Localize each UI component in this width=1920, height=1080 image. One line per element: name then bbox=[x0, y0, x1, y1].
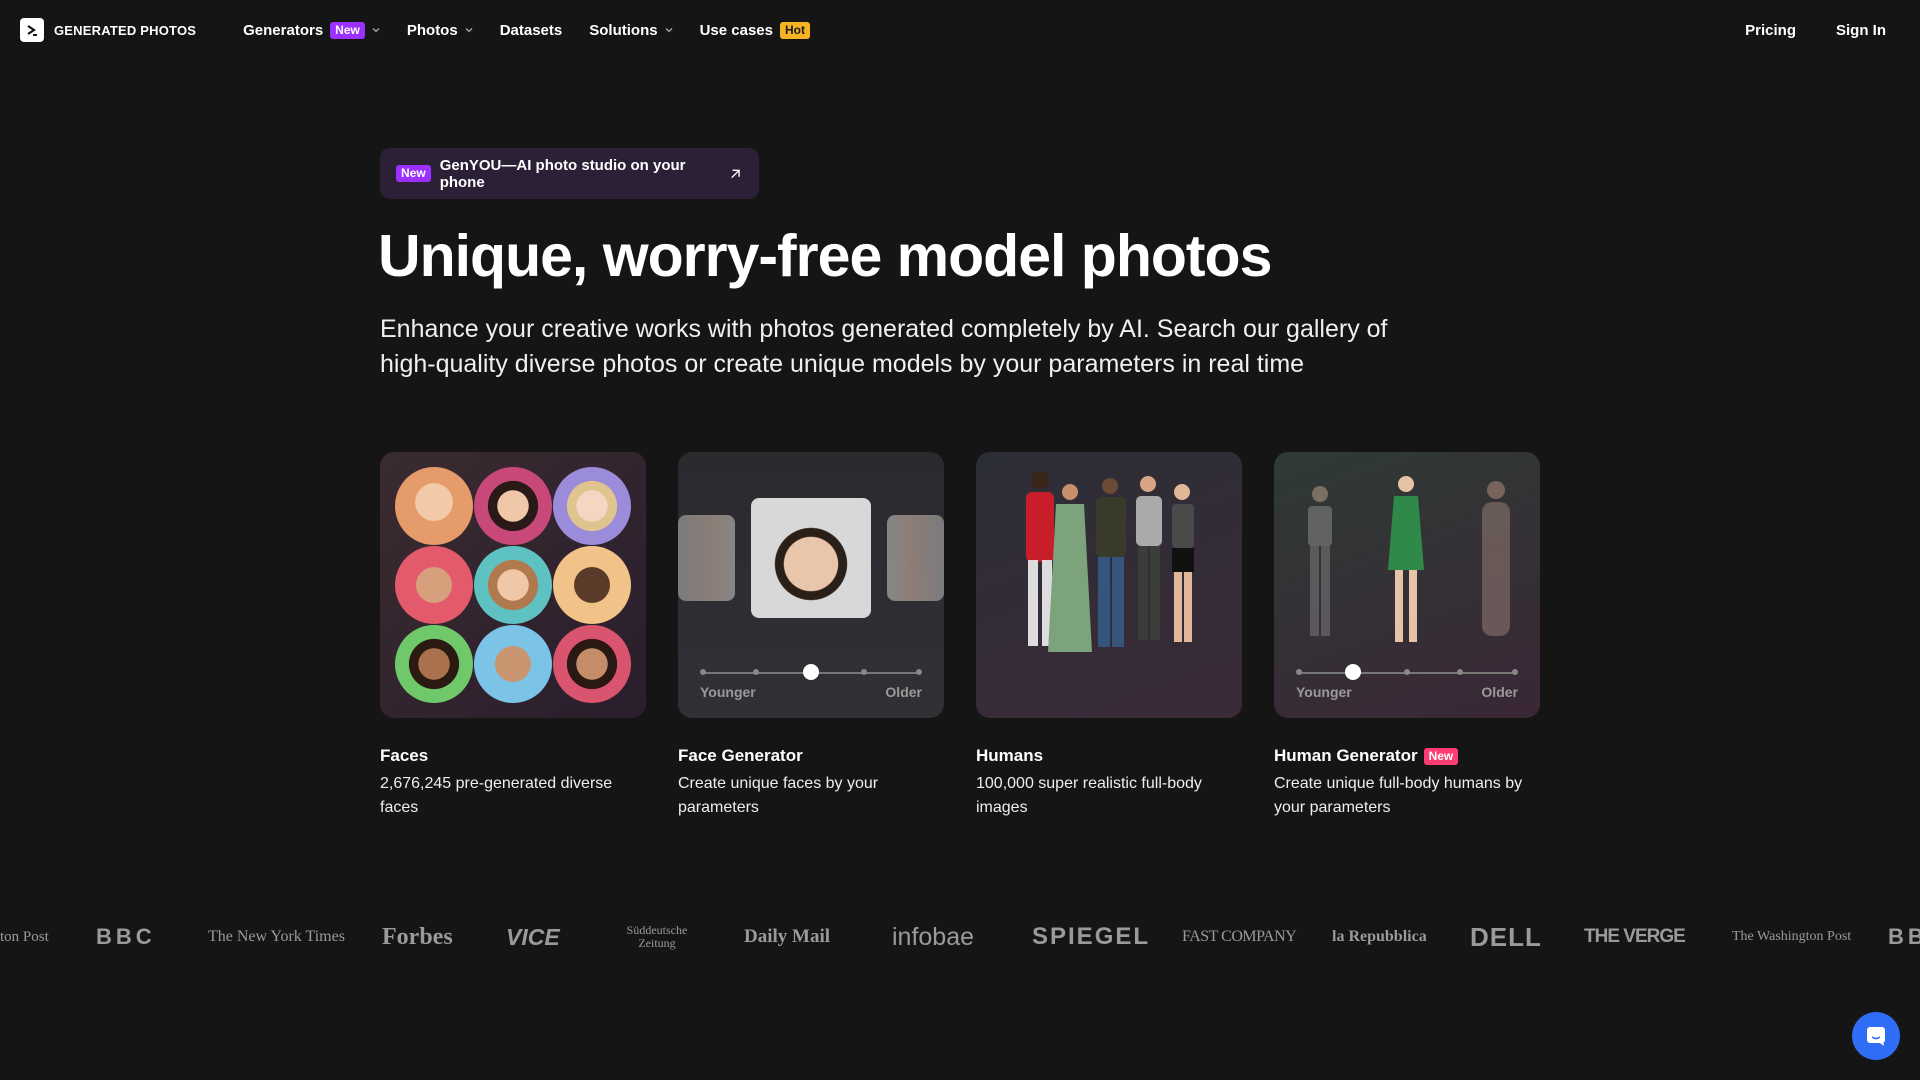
brand-logo[interactable]: GENERATED PHOTOS bbox=[20, 18, 196, 42]
press-logo-washington-post: The Washington Post bbox=[1732, 929, 1852, 944]
slider-tick bbox=[916, 669, 922, 675]
card-description: 100,000 super realistic full-body images bbox=[976, 775, 1202, 816]
menu-datasets[interactable]: Datasets bbox=[500, 22, 563, 39]
new-badge: New bbox=[1423, 747, 1459, 765]
humans-image bbox=[976, 452, 1242, 718]
face-avatar bbox=[474, 546, 552, 624]
card-faces[interactable]: Faces 2,676,245 pre-generated diverse fa… bbox=[380, 452, 646, 820]
chat-bubble-icon bbox=[1867, 1027, 1885, 1046]
face-avatar bbox=[553, 546, 631, 624]
slider-knob[interactable] bbox=[1345, 664, 1361, 680]
press-logo-fast-company: FAST COMPANY bbox=[1182, 928, 1297, 945]
logo-mark-icon bbox=[20, 18, 44, 42]
card-title-text: Humans bbox=[976, 746, 1044, 765]
card-human-generator[interactable]: Younger Older Human Generator New Create… bbox=[1274, 452, 1540, 820]
human-generator-image: Younger Older bbox=[1274, 452, 1540, 718]
chat-support-button[interactable] bbox=[1852, 1012, 1900, 1060]
faces-image bbox=[380, 452, 646, 718]
face-avatar bbox=[553, 467, 631, 545]
card-title: Faces bbox=[380, 746, 646, 766]
top-nav: GENERATED PHOTOS Generators New Photos D… bbox=[0, 0, 1920, 60]
face-avatar bbox=[474, 467, 552, 545]
slider-label-older: Older bbox=[885, 684, 922, 700]
nav-right: Pricing Sign In bbox=[1745, 0, 1886, 60]
face-avatar bbox=[474, 625, 552, 703]
face-preview-right bbox=[887, 515, 944, 601]
card-title-text: Face Generator bbox=[678, 746, 803, 765]
menu-datasets-label: Datasets bbox=[499, 21, 563, 39]
slider-tick bbox=[861, 669, 867, 675]
new-badge: New bbox=[396, 165, 431, 182]
new-badge: New bbox=[330, 21, 365, 39]
face-preview-center bbox=[751, 498, 871, 618]
press-logo-dell: DELL bbox=[1470, 922, 1542, 952]
card-title: Human Generator New bbox=[1274, 746, 1540, 766]
press-logo-infobae: infobae bbox=[892, 922, 975, 951]
chevron-down-icon bbox=[465, 28, 473, 33]
press-logo-washington-post-partial: ton Post bbox=[0, 928, 49, 945]
page-title: Unique, worry-free model photos bbox=[378, 223, 1272, 289]
card-title-text: Faces bbox=[380, 746, 429, 765]
pricing-link[interactable]: Pricing bbox=[1745, 22, 1796, 39]
genyou-promo-banner[interactable]: New GenYOU—AI photo studio on your phone bbox=[380, 148, 759, 199]
face-preview-left bbox=[678, 515, 735, 601]
press-logos-strip: ton Post BBC The New York Times Forbes V… bbox=[0, 922, 1920, 952]
slider-knob[interactable] bbox=[803, 664, 819, 680]
chevron-down-icon bbox=[372, 28, 380, 33]
menu-photos[interactable]: Photos bbox=[407, 22, 473, 39]
main-menu: Generators New Photos Datasets Solutions… bbox=[243, 21, 810, 39]
humans-illustration bbox=[1026, 471, 1194, 652]
card-description: 2,676,245 pre-generated diverse faces bbox=[380, 775, 613, 816]
card-description: Create unique full-body humans by your p… bbox=[1274, 775, 1523, 816]
sign-in-link[interactable]: Sign In bbox=[1836, 22, 1886, 39]
press-logo-sueddeutsche: Süddeutsche Zeitung bbox=[626, 923, 688, 950]
slider-label-younger: Younger bbox=[700, 684, 756, 700]
press-logo-la-repubblica: la Repubblica bbox=[1332, 928, 1427, 945]
face-avatar bbox=[395, 467, 473, 545]
age-slider[interactable] bbox=[1296, 664, 1518, 680]
face-avatar bbox=[395, 625, 473, 703]
slider-tick bbox=[700, 669, 706, 675]
menu-solutions[interactable]: Solutions bbox=[589, 21, 673, 39]
card-face-generator[interactable]: Younger Older Face Generator Create uniq… bbox=[678, 452, 944, 820]
slider-label-younger: Younger bbox=[1296, 684, 1352, 700]
face-avatar bbox=[553, 625, 631, 703]
slider-tick bbox=[1512, 669, 1518, 675]
menu-use-cases[interactable]: Use cases Hot bbox=[699, 21, 810, 39]
face-avatar bbox=[395, 546, 473, 624]
hot-badge: Hot bbox=[779, 21, 810, 39]
card-title-text: Human Generator bbox=[1274, 746, 1418, 765]
slider-tick bbox=[753, 669, 759, 675]
menu-photos-label: Photos bbox=[406, 21, 458, 39]
menu-use-cases-label: Use cases bbox=[699, 21, 773, 39]
menu-generators[interactable]: Generators New bbox=[243, 21, 380, 39]
press-logo-daily-mail: Daily Mail bbox=[744, 926, 831, 947]
slider-label-older: Older bbox=[1481, 684, 1518, 700]
face-generator-image: Younger Older bbox=[678, 452, 944, 718]
promo-text: GenYOU—AI photo studio on your phone bbox=[439, 156, 686, 191]
slider-tick bbox=[1457, 669, 1463, 675]
press-logo-forbes: Forbes bbox=[382, 923, 453, 950]
press-logo-spiegel: SPIEGEL bbox=[1032, 923, 1151, 950]
chevron-down-icon bbox=[665, 28, 673, 33]
menu-solutions-label: Solutions bbox=[589, 21, 658, 39]
menu-generators-label: Generators bbox=[243, 21, 324, 39]
age-slider[interactable] bbox=[700, 664, 922, 680]
logo-text: GENERATED PHOTOS bbox=[54, 22, 197, 38]
press-logo-bbc: BBC bbox=[96, 924, 156, 949]
human-generator-illustration bbox=[1308, 476, 1510, 642]
press-logo-vice: VICE bbox=[506, 923, 560, 950]
press-logo-nyt: The New York Times bbox=[208, 928, 345, 945]
card-description: Create unique faces by your parameters bbox=[678, 775, 879, 816]
card-humans[interactable]: Humans 100,000 super realistic full-body… bbox=[976, 452, 1242, 820]
press-logo-bbc-partial: BB bbox=[1888, 924, 1920, 949]
hero-subtitle: Enhance your creative works with photos … bbox=[380, 315, 1388, 378]
slider-tick bbox=[1404, 669, 1410, 675]
slider-tick bbox=[1296, 669, 1302, 675]
external-arrow-icon bbox=[731, 169, 740, 178]
card-title: Face Generator bbox=[678, 746, 944, 766]
card-title: Humans bbox=[976, 746, 1242, 766]
press-logo-the-verge: THE VERGE bbox=[1584, 926, 1686, 947]
